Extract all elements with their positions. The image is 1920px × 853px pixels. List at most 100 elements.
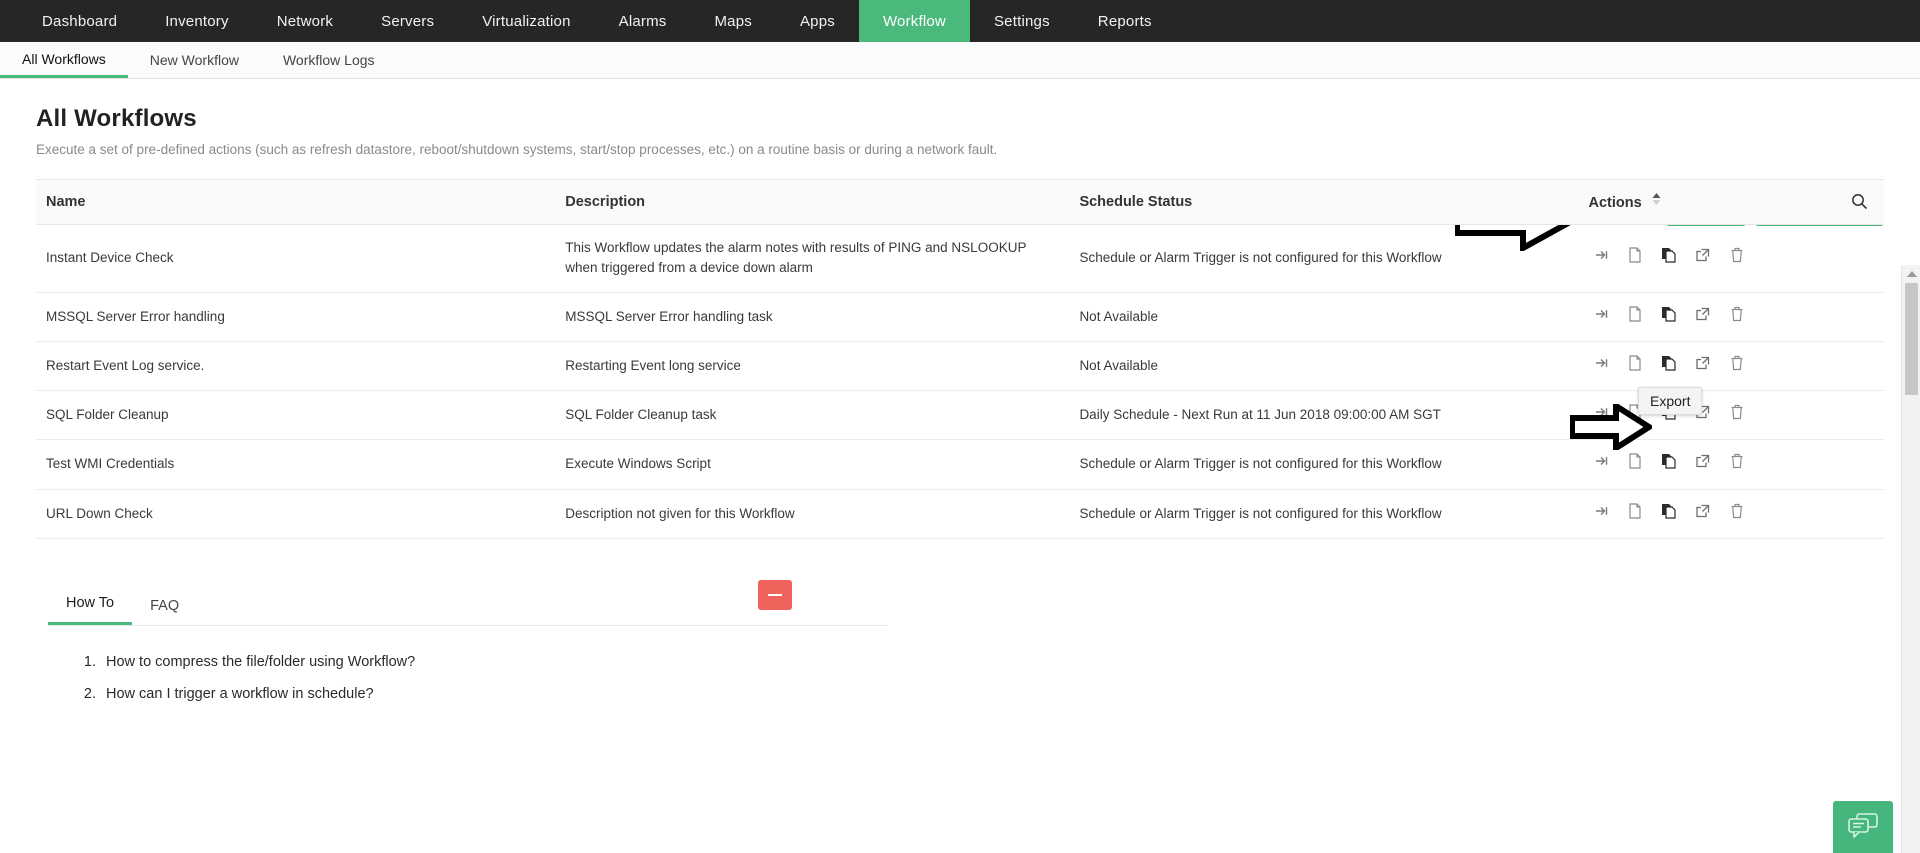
page-subtitle: Execute a set of pre-defined actions (su… bbox=[36, 142, 998, 157]
execute-icon[interactable] bbox=[1589, 248, 1615, 268]
collapse-panel-button[interactable] bbox=[758, 579, 792, 610]
table-row[interactable]: Restart Event Log service. Restarting Ev… bbox=[36, 341, 1884, 392]
nav-item-alarms[interactable]: Alarms bbox=[595, 0, 691, 42]
column-header-name[interactable]: Name bbox=[36, 179, 556, 225]
export-icon[interactable] bbox=[1690, 356, 1716, 376]
nav-item-virtualization[interactable]: Virtualization bbox=[458, 0, 594, 42]
list-item[interactable]: How can I trigger a workflow in schedule… bbox=[100, 686, 888, 702]
nav-item-workflow[interactable]: Workflow bbox=[858, 0, 970, 42]
nav-label: Servers bbox=[381, 12, 435, 30]
delete-icon[interactable] bbox=[1724, 306, 1750, 328]
scroll-up-arrow-icon[interactable] bbox=[1902, 265, 1920, 282]
cell-name: Instant Device Check bbox=[36, 224, 556, 293]
export-icon[interactable] bbox=[1690, 454, 1716, 474]
cell-actions bbox=[1578, 292, 1884, 342]
table-row[interactable]: SQL Folder Cleanup SQL Folder Cleanup ta… bbox=[36, 390, 1884, 441]
cell-name: Restart Event Log service. bbox=[36, 341, 556, 392]
table-row[interactable]: Test WMI Credentials Execute Windows Scr… bbox=[36, 439, 1884, 490]
nav-item-settings[interactable]: Settings bbox=[970, 0, 1074, 42]
scrollbar-thumb[interactable] bbox=[1905, 283, 1918, 395]
delete-icon[interactable] bbox=[1724, 503, 1750, 525]
chat-widget-button[interactable] bbox=[1833, 801, 1893, 853]
execute-icon[interactable] bbox=[1589, 356, 1615, 376]
cell-schedule-status: Schedule or Alarm Trigger is not configu… bbox=[1069, 489, 1579, 539]
cell-description: MSSQL Server Error handling task bbox=[555, 292, 1070, 342]
workflow-table-container: Name Description Schedule Status Actions bbox=[36, 179, 1884, 539]
export-icon[interactable] bbox=[1690, 504, 1716, 524]
column-header-schedule-status[interactable]: Schedule Status bbox=[1069, 179, 1579, 225]
tab-faq[interactable]: FAQ bbox=[132, 598, 197, 625]
copy-icon[interactable] bbox=[1656, 453, 1682, 475]
column-label: Name bbox=[46, 194, 86, 210]
cell-actions bbox=[1578, 224, 1884, 293]
table-search-icon[interactable] bbox=[1851, 193, 1874, 210]
delete-icon[interactable] bbox=[1724, 453, 1750, 475]
table-header: Name Description Schedule Status Actions bbox=[36, 179, 1884, 225]
table-row[interactable]: URL Down Check Description not given for… bbox=[36, 489, 1884, 539]
copy-icon[interactable] bbox=[1656, 355, 1682, 377]
cell-schedule-status: Not Available bbox=[1069, 292, 1579, 342]
subnav-label: All Workflows bbox=[22, 50, 106, 67]
howto-question-list: How to compress the file/folder using Wo… bbox=[100, 654, 888, 702]
cell-name: MSSQL Server Error handling bbox=[36, 292, 556, 342]
file-icon[interactable] bbox=[1622, 305, 1648, 328]
nav-label: Inventory bbox=[165, 12, 229, 30]
delete-icon[interactable] bbox=[1724, 404, 1750, 426]
nav-item-dashboard[interactable]: Dashboard bbox=[18, 0, 141, 42]
subnav-item-all-workflows[interactable]: All Workflows bbox=[0, 42, 128, 78]
execute-icon[interactable] bbox=[1589, 454, 1615, 474]
table-header-row: Name Description Schedule Status Actions bbox=[36, 179, 1884, 225]
table-row[interactable]: MSSQL Server Error handling MSSQL Server… bbox=[36, 292, 1884, 342]
cell-actions bbox=[1578, 341, 1884, 392]
subnav-label: New Workflow bbox=[149, 52, 239, 68]
column-label: Description bbox=[565, 194, 646, 210]
sort-ascending-icon[interactable] bbox=[1652, 192, 1661, 210]
cell-actions bbox=[1578, 489, 1884, 539]
nav-item-apps[interactable]: Apps bbox=[776, 0, 859, 42]
nav-label: Virtualization bbox=[482, 12, 571, 30]
chat-bubble-icon bbox=[1847, 811, 1879, 844]
howto-tab-bar: How To FAQ bbox=[48, 579, 888, 626]
subnav-label: Workflow Logs bbox=[282, 52, 375, 68]
nav-item-network[interactable]: Network bbox=[253, 0, 357, 42]
export-icon[interactable] bbox=[1690, 248, 1716, 268]
cell-name: Test WMI Credentials bbox=[36, 439, 556, 490]
export-icon[interactable] bbox=[1690, 307, 1716, 327]
delete-icon[interactable] bbox=[1724, 355, 1750, 377]
execute-icon[interactable] bbox=[1589, 307, 1615, 327]
table-body: Instant Device Check This Workflow updat… bbox=[36, 224, 1884, 539]
column-header-actions[interactable]: Actions bbox=[1578, 179, 1884, 225]
execute-icon[interactable] bbox=[1589, 405, 1615, 425]
file-icon[interactable] bbox=[1622, 247, 1648, 269]
execute-icon[interactable] bbox=[1589, 504, 1615, 524]
cell-name: URL Down Check bbox=[36, 489, 556, 539]
file-icon[interactable] bbox=[1622, 502, 1648, 525]
nav-item-servers[interactable]: Servers bbox=[357, 0, 458, 42]
file-icon[interactable] bbox=[1622, 453, 1648, 475]
copy-icon[interactable] bbox=[1656, 503, 1682, 525]
nav-label: Alarms bbox=[618, 12, 667, 30]
column-label: Actions bbox=[1588, 195, 1642, 211]
nav-item-maps[interactable]: Maps bbox=[690, 0, 775, 42]
table-row[interactable]: Instant Device Check This Workflow updat… bbox=[36, 224, 1884, 293]
sub-navigation-bar: All Workflows New Workflow Workflow Logs bbox=[0, 42, 1920, 79]
vertical-scrollbar[interactable] bbox=[1901, 265, 1920, 853]
nav-label: Reports bbox=[1097, 12, 1152, 30]
howto-panel: How To FAQ How to compress the file/fold… bbox=[48, 579, 888, 702]
delete-icon[interactable] bbox=[1724, 247, 1750, 269]
list-item[interactable]: How to compress the file/folder using Wo… bbox=[100, 654, 888, 670]
nav-item-reports[interactable]: Reports bbox=[1074, 0, 1176, 42]
file-icon[interactable] bbox=[1622, 355, 1648, 377]
copy-icon[interactable] bbox=[1656, 306, 1682, 328]
copy-icon[interactable] bbox=[1656, 247, 1682, 269]
column-header-description[interactable]: Description bbox=[555, 179, 1070, 225]
cell-description: Execute Windows Script bbox=[555, 439, 1070, 490]
minus-icon bbox=[768, 593, 782, 596]
subnav-item-new-workflow[interactable]: New Workflow bbox=[128, 42, 261, 78]
nav-item-inventory[interactable]: Inventory bbox=[141, 0, 253, 42]
cell-schedule-status: Schedule or Alarm Trigger is not configu… bbox=[1069, 439, 1579, 490]
subnav-item-workflow-logs[interactable]: Workflow Logs bbox=[261, 42, 397, 78]
tab-how-to[interactable]: How To bbox=[48, 595, 133, 625]
cell-name: SQL Folder Cleanup bbox=[36, 390, 556, 441]
cell-schedule-status: Daily Schedule - Next Run at 11 Jun 2018… bbox=[1069, 390, 1579, 441]
